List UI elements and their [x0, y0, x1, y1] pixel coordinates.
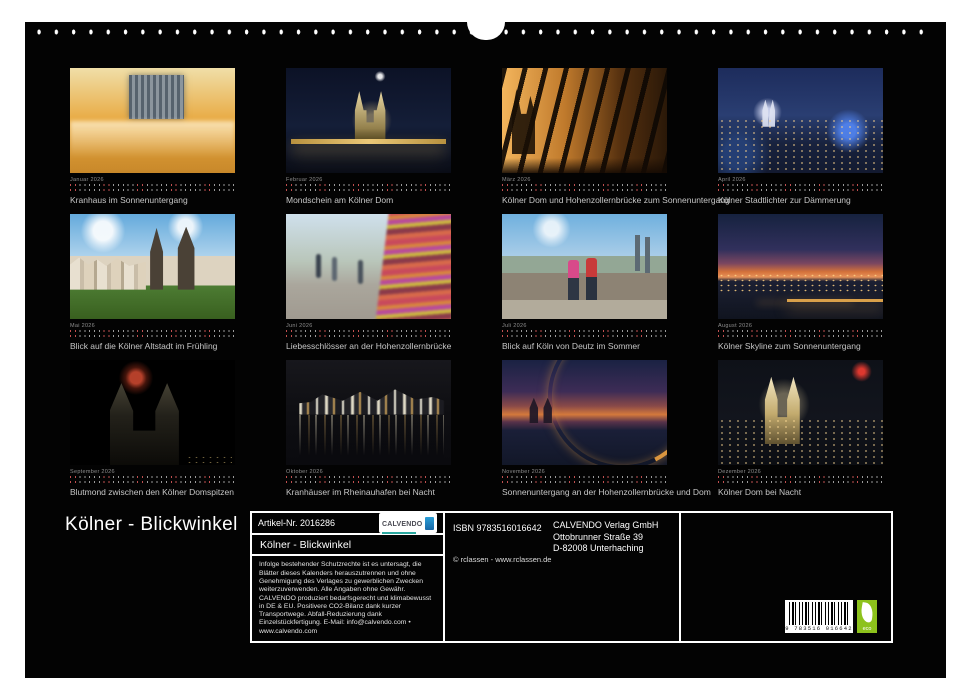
month-caption: Kölner Dom bei Nacht — [718, 487, 883, 497]
product-title-row: Kölner - Blickwinkel — [252, 535, 443, 556]
month-label: Juli 2026 — [502, 323, 667, 329]
barcode-digits: 9 783516 016642 — [785, 625, 853, 632]
month-caption: Mondschein am Kölner Dom — [286, 195, 451, 205]
mini-calendar-strip — [718, 330, 883, 337]
info-right-column: 9 783516 016642 eco — [681, 513, 891, 641]
month-photo — [502, 68, 667, 173]
month-cell-oktober: Oktober 2026 Kranhäuser im Rheinauhafen … — [286, 360, 451, 497]
month-cell-dezember: Dezember 2026 Kölner Dom bei Nacht — [718, 360, 883, 497]
month-cell-juli: Juli 2026 Blick auf Köln von Deutz im So… — [502, 214, 667, 351]
month-label: November 2026 — [502, 469, 667, 475]
month-caption: Sonnenuntergang an der Hohenzollernbrück… — [502, 487, 667, 497]
ean-barcode: 9 783516 016642 — [785, 600, 853, 633]
copyright-line: © rclassen - www.rclassen.de — [453, 555, 551, 564]
month-caption: Kranhaus im Sonnenuntergang — [70, 195, 235, 205]
publisher-street: Ottobrunner Straße 39 — [553, 532, 658, 544]
month-photo — [718, 214, 883, 319]
month-caption: Blick auf Köln von Deutz im Sommer — [502, 341, 667, 351]
month-label: Juni 2026 — [286, 323, 451, 329]
mini-calendar-strip — [718, 476, 883, 483]
month-photo — [286, 68, 451, 173]
month-cell-maerz: März 2026 Kölner Dom und Hohenzollernbrü… — [502, 68, 667, 205]
calendar-back-cover: Januar 2026 Kranhaus im Sonnenuntergang … — [0, 0, 971, 700]
month-photo — [70, 68, 235, 173]
barcode-bars — [789, 602, 849, 625]
calvendo-wordmark: CALVENDO — [382, 521, 422, 528]
month-cell-februar: Februar 2026 Mondschein am Kölner Dom — [286, 68, 451, 205]
month-photo — [502, 360, 667, 465]
publisher-name: CALVENDO Verlag GmbH — [553, 520, 658, 532]
month-cell-september: September 2026 Blutmond zwischen den Köl… — [70, 360, 235, 497]
mini-calendar-strip — [502, 184, 667, 191]
month-caption: Kranhäuser im Rheinauhafen bei Nacht — [286, 487, 451, 497]
month-cell-juni: Juni 2026 Liebesschlösser an der Hohenzo… — [286, 214, 451, 351]
calvendo-logo: CALVENDO — [379, 513, 437, 533]
month-caption: Blutmond zwischen den Kölner Domspitzen — [70, 487, 235, 497]
month-label: Oktober 2026 — [286, 469, 451, 475]
mini-calendar-strip — [70, 476, 235, 483]
month-photo — [70, 360, 235, 465]
hanger-notch — [467, 22, 505, 40]
info-middle-column: ISBN 9783516016642 © rclassen - www.rcla… — [445, 513, 681, 641]
mini-calendar-strip — [70, 184, 235, 191]
month-cell-november: November 2026 Sonnenuntergang an der Hoh… — [502, 360, 667, 497]
month-photo — [718, 360, 883, 465]
eco-badge: eco — [857, 600, 877, 633]
mini-calendar-strip — [502, 476, 667, 483]
month-photo — [286, 360, 451, 465]
mini-calendar-strip — [286, 476, 451, 483]
month-photo — [70, 214, 235, 319]
month-label: Februar 2026 — [286, 177, 451, 183]
month-photo — [286, 214, 451, 319]
month-caption: Blick auf die Kölner Altstadt im Frühlin… — [70, 341, 235, 351]
month-label: Dezember 2026 — [718, 469, 883, 475]
month-cell-mai: Mai 2026 Blick auf die Kölner Altstadt i… — [70, 214, 235, 351]
article-row: Artikel-Nr. 2016286 CALVENDO — [252, 513, 443, 535]
month-cell-januar: Januar 2026 Kranhaus im Sonnenuntergang — [70, 68, 235, 205]
month-label: September 2026 — [70, 469, 235, 475]
eco-badge-label: eco — [857, 626, 877, 632]
calvendo-tagline-bar — [382, 532, 416, 534]
page-title: Kölner - Blickwinkel — [65, 514, 238, 536]
month-photo — [718, 68, 883, 173]
month-caption: Kölner Skyline zum Sonnenuntergang — [718, 341, 883, 351]
mini-calendar-strip — [286, 184, 451, 191]
leaf-icon — [859, 602, 874, 623]
month-photo — [502, 214, 667, 319]
month-label: März 2026 — [502, 177, 667, 183]
calvendo-book-icon — [425, 517, 434, 530]
calvendo-logo-text: CALVENDO — [382, 513, 422, 534]
calendar-page: Januar 2026 Kranhaus im Sonnenuntergang … — [25, 22, 946, 678]
mini-calendar-strip — [70, 330, 235, 337]
product-title: Kölner - Blickwinkel — [260, 539, 351, 551]
month-label: Mai 2026 — [70, 323, 235, 329]
month-caption: Kölner Dom und Hohenzollernbrücke zum So… — [502, 195, 667, 205]
mini-calendar-strip — [718, 184, 883, 191]
month-caption: Kölner Stadtlichter zur Dämmerung — [718, 195, 883, 205]
month-cell-august: August 2026 Kölner Skyline zum Sonnenunt… — [718, 214, 883, 351]
publisher-city: D-82008 Unterhaching — [553, 543, 658, 555]
publisher-address: CALVENDO Verlag GmbH Ottobrunner Straße … — [553, 520, 658, 555]
info-table: Artikel-Nr. 2016286 CALVENDO Kölner - Bl… — [250, 511, 893, 643]
mini-calendar-strip — [286, 330, 451, 337]
info-left-column: Artikel-Nr. 2016286 CALVENDO Kölner - Bl… — [252, 513, 445, 641]
isbn: ISBN 9783516016642 — [453, 523, 542, 533]
month-label: August 2026 — [718, 323, 883, 329]
month-caption: Liebesschlösser an der Hohenzollernbrück… — [286, 341, 451, 351]
month-label: April 2026 — [718, 177, 883, 183]
month-cell-april: April 2026 Kölner Stadtlichter zur Dämme… — [718, 68, 883, 205]
article-number: Artikel-Nr. 2016286 — [258, 518, 335, 528]
month-grid: Januar 2026 Kranhaus im Sonnenuntergang … — [70, 68, 883, 497]
mini-calendar-strip — [502, 330, 667, 337]
legal-text: Infolge bestehender Schutzrechte ist es … — [252, 556, 443, 641]
month-label: Januar 2026 — [70, 177, 235, 183]
